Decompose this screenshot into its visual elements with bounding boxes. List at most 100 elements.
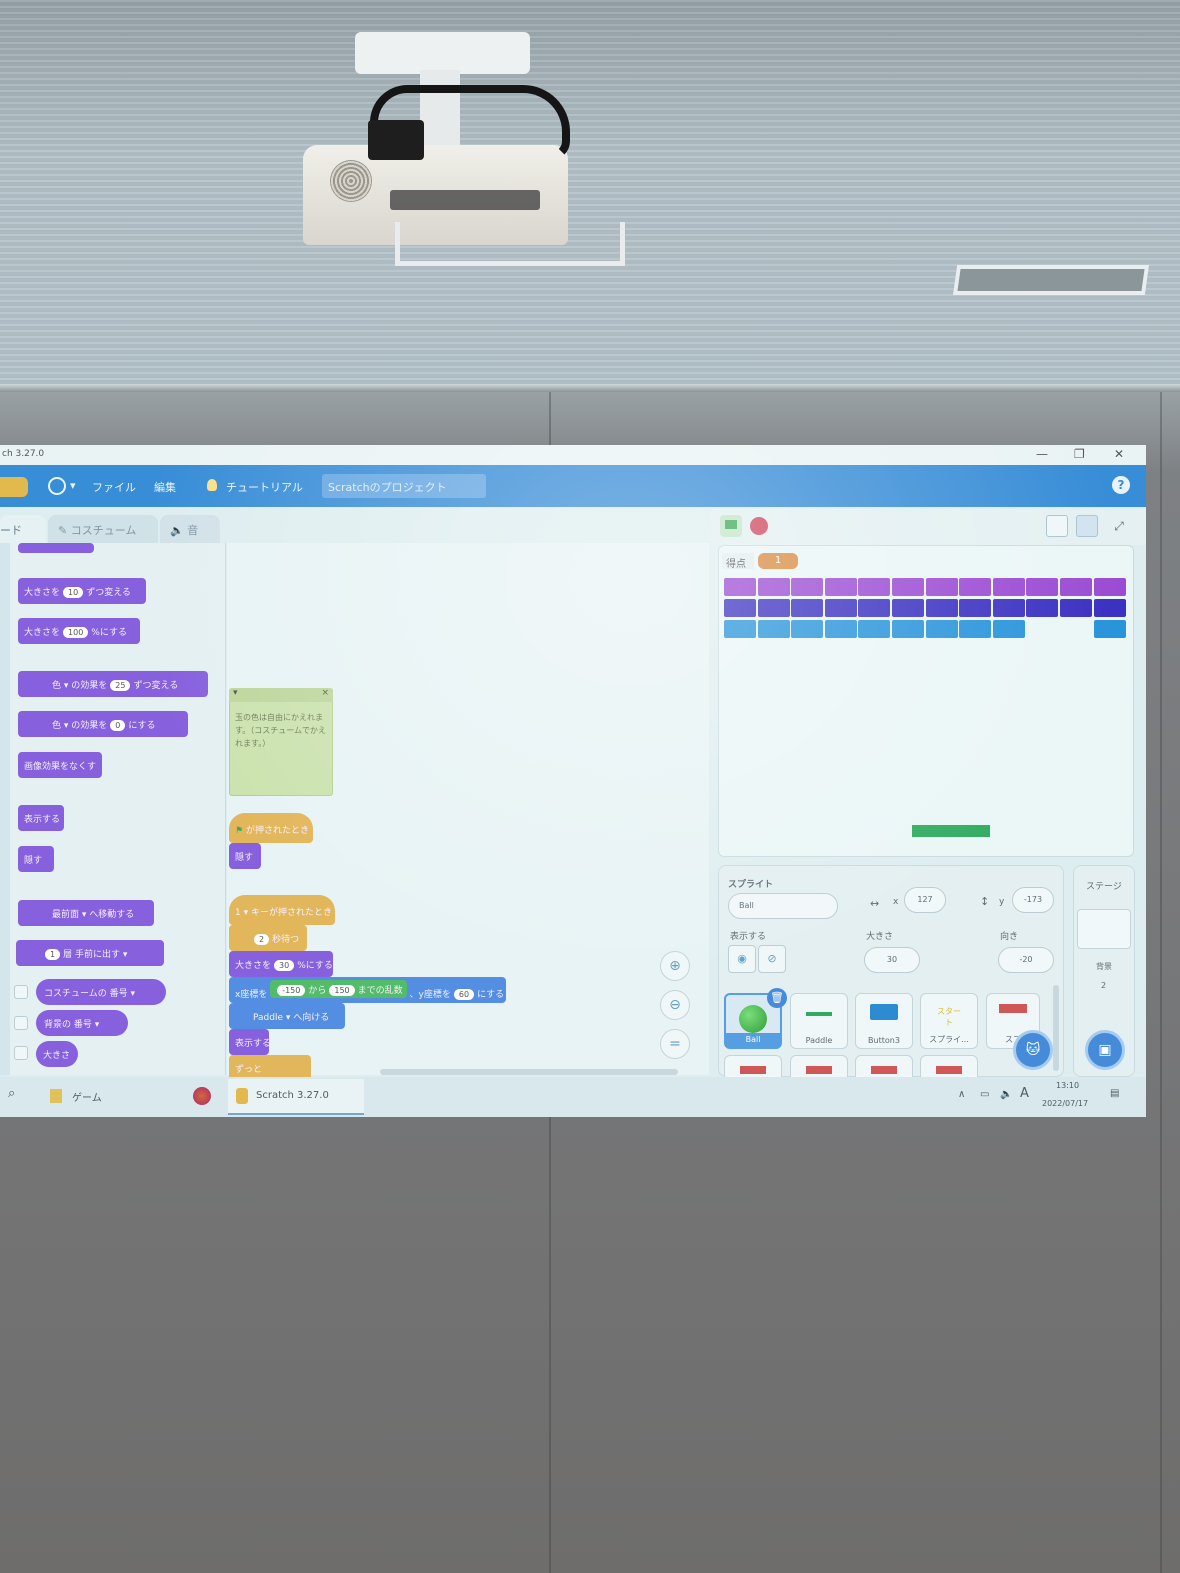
palette-block[interactable]: 大きさを 100 %にする <box>18 618 140 644</box>
script-block-show[interactable]: 表示する <box>229 1029 271 1055</box>
block-input[interactable]: 150 <box>329 985 355 996</box>
workspace-comment[interactable]: 玉の色は自由にかえれます。（コスチュームでかえれます。） <box>229 688 333 796</box>
block-dropdown[interactable]: 手前に出す <box>75 950 120 960</box>
delete-sprite-icon[interactable]: 🗑 <box>767 988 787 1008</box>
sprite-thumb-button3[interactable]: Button3 <box>855 993 913 1049</box>
close-button[interactable]: ✕ <box>1114 447 1124 461</box>
brick <box>824 620 857 638</box>
hide-sprite-icon[interactable]: ⊘ <box>758 945 786 973</box>
random-operator[interactable]: -150 から 150 までの乱数 <box>270 980 407 998</box>
workspace-scrollbar[interactable] <box>380 1069 678 1075</box>
block-dropdown[interactable]: Paddle <box>253 1013 283 1023</box>
palette-block[interactable]: 表示する <box>18 805 64 831</box>
stage-thumbnail[interactable] <box>1077 909 1131 949</box>
search-icon[interactable]: ⌕ <box>8 1086 15 1101</box>
palette-reporter[interactable]: 大きさ <box>36 1041 78 1067</box>
palette-block[interactable]: 色 ▾ の効果を 25 ずつ変える <box>18 671 208 697</box>
script-hat-flag[interactable]: ⚑ が押されたとき <box>229 813 313 843</box>
block-input[interactable]: 25 <box>110 680 131 691</box>
block-input[interactable]: 100 <box>63 627 89 638</box>
reporter-checkbox[interactable] <box>14 1046 28 1060</box>
sprite-thumb-4[interactable]: スタート スプライ... <box>920 993 978 1049</box>
x-position-input[interactable]: 127 <box>904 887 946 913</box>
palette-block[interactable]: 隠す <box>18 846 54 872</box>
block-input[interactable]: 0 <box>110 720 126 731</box>
add-sprite-icon[interactable]: 🐱 <box>1013 1030 1053 1070</box>
palette-block-partial[interactable] <box>18 543 94 553</box>
script-block-wait[interactable]: 2 秒待つ <box>229 925 307 951</box>
script-block-point-towards[interactable]: Paddle ▾ へ向ける <box>229 1003 345 1029</box>
block-input[interactable]: 1 <box>45 949 61 960</box>
language-globe-icon[interactable] <box>48 477 66 495</box>
brick <box>757 578 790 596</box>
palette-block[interactable]: 画像効果をなくす <box>18 752 102 778</box>
menu-file[interactable]: ファイル <box>92 479 136 495</box>
stop-icon[interactable] <box>750 517 768 535</box>
scratch-logo[interactable] <box>0 477 28 497</box>
sprite-thumb-paddle[interactable]: Paddle <box>790 993 848 1049</box>
palette-block[interactable]: 1層 手前に出す ▾ <box>16 940 164 966</box>
project-title-input[interactable]: Scratchのプロジェクト <box>322 474 486 498</box>
firefox-icon[interactable] <box>193 1087 211 1105</box>
maximize-button[interactable]: ❐ <box>1074 447 1085 461</box>
direction-input[interactable]: -20 <box>998 947 1054 973</box>
y-position-input[interactable]: -173 <box>1012 887 1054 913</box>
taskbar-scratch-app[interactable]: Scratch 3.27.0 <box>228 1079 364 1115</box>
tab-code[interactable]: ード <box>0 515 46 543</box>
reporter-checkbox[interactable] <box>14 1016 28 1030</box>
fullscreen-icon[interactable]: ⤢ <box>1108 515 1130 537</box>
script-block-goto[interactable]: x座標を -150 から 150 までの乱数 、y座標を 60 にする <box>229 977 506 1003</box>
block-dropdown[interactable]: 番号 <box>110 989 128 999</box>
reporter-checkbox[interactable] <box>14 985 28 999</box>
choose-backdrop-icon[interactable]: ▣ <box>1085 1030 1125 1070</box>
block-input[interactable]: 60 <box>453 989 475 1000</box>
palette-block[interactable]: 最前面 ▾ へ移動する <box>18 900 154 926</box>
script-hat-key[interactable]: 1 ▾ キーが押されたとき <box>229 895 335 925</box>
palette-block[interactable]: 色 ▾ の効果を 0 にする <box>18 711 188 737</box>
script-block-hide[interactable]: 隠す <box>229 843 261 869</box>
palette-reporter[interactable]: 背景の 番号 ▾ <box>36 1010 128 1036</box>
green-flag-icon[interactable] <box>720 515 742 537</box>
zoom-out-icon[interactable]: ⊖ <box>660 990 690 1020</box>
script-block-size[interactable]: 大きさを 30 %にする <box>229 951 333 977</box>
size-label: 大きさ <box>866 932 894 942</box>
tab-sound[interactable]: 🔈 音 <box>160 515 220 543</box>
tab-costume[interactable]: ✎ コスチューム <box>48 515 158 543</box>
show-sprite-icon[interactable]: ◉ <box>728 945 756 973</box>
block-dropdown[interactable]: 色 <box>52 721 61 731</box>
zoom-in-icon[interactable]: ⊕ <box>660 951 690 981</box>
clock-time[interactable]: 13:10 <box>1056 1081 1079 1090</box>
volume-icon[interactable]: 🔈 <box>1000 1089 1012 1100</box>
small-stage-icon[interactable] <box>1046 515 1068 537</box>
block-input[interactable]: 10 <box>63 587 84 598</box>
sprite-list-scrollbar[interactable] <box>1053 985 1059 1071</box>
size-input[interactable]: 30 <box>864 947 920 973</box>
palette-reporter[interactable]: コスチュームの 番号 ▾ <box>36 979 166 1005</box>
block-input[interactable]: -150 <box>277 985 306 996</box>
menu-tutorial[interactable]: チュートリアル <box>226 479 303 495</box>
sprite-name-input[interactable]: Ball <box>728 893 838 919</box>
menu-edit[interactable]: 編集 <box>154 479 176 495</box>
comment-header[interactable]: ▾ × <box>229 688 333 702</box>
help-icon[interactable]: ? <box>1112 476 1130 494</box>
block-input[interactable]: 2 <box>254 934 270 945</box>
block-dropdown[interactable]: 最前面 <box>52 910 79 920</box>
large-stage-icon[interactable] <box>1076 515 1098 537</box>
block-dropdown[interactable]: 色 <box>52 681 61 691</box>
minimize-button[interactable]: — <box>1036 447 1048 461</box>
chevron-down-icon[interactable]: ▾ <box>233 688 238 698</box>
block-dropdown[interactable]: 番号 <box>74 1020 92 1030</box>
block-input[interactable]: 30 <box>274 960 295 971</box>
clock-date[interactable]: 2022/07/17 <box>1042 1099 1088 1108</box>
folder-icon[interactable] <box>50 1089 62 1103</box>
chevron-up-icon[interactable]: ∧ <box>958 1089 965 1100</box>
close-icon[interactable]: × <box>321 688 329 698</box>
zoom-reset-icon[interactable]: = <box>660 1029 690 1059</box>
taskbar-folder-label[interactable]: ゲーム <box>72 1089 102 1104</box>
palette-block[interactable]: 大きさを 10 ずつ変える <box>18 578 146 604</box>
button-icon <box>870 1004 898 1020</box>
network-icon[interactable]: ▭ <box>980 1089 989 1100</box>
notification-icon[interactable]: ▤ <box>1110 1088 1119 1099</box>
ime-indicator[interactable]: A <box>1020 1086 1029 1101</box>
lightbulb-icon <box>207 479 217 491</box>
